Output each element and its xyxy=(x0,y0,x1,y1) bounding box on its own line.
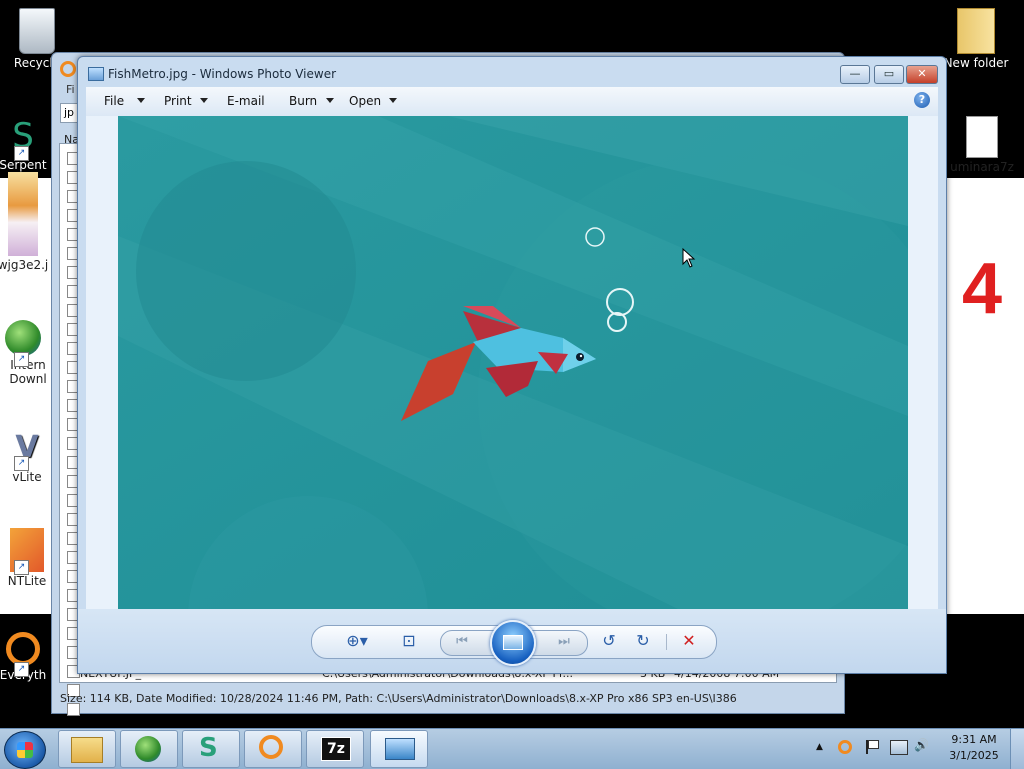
serpent-icon: S xyxy=(199,733,218,763)
show-hidden-icons-icon[interactable]: ▲ xyxy=(816,742,823,752)
search-icon xyxy=(259,735,283,759)
close-button[interactable]: ✕ xyxy=(906,65,938,84)
menu-burn[interactable]: Burn xyxy=(289,94,317,108)
desktop-icon-label: uminara7z xyxy=(950,160,1014,174)
menu-email[interactable]: E-mail xyxy=(227,94,265,108)
everything-tray-icon[interactable] xyxy=(838,740,852,754)
show-desktop-button[interactable] xyxy=(1010,729,1024,769)
shortcut-arrow-icon: ↗ xyxy=(14,352,29,367)
windows-logo-icon xyxy=(17,742,33,758)
mouse-cursor-icon xyxy=(682,248,696,268)
taskbar: S 7z ▲ 🔊 9:31 AM 3/1/2025 xyxy=(0,728,1024,769)
zoom-icon[interactable]: ⊕▾ xyxy=(340,631,374,651)
desktop-icon-label: vLite xyxy=(12,470,42,484)
taskbar-7zip[interactable]: 7z xyxy=(306,730,364,768)
desktop-icon-new-folder[interactable]: New folder xyxy=(936,8,1016,70)
next-icon[interactable]: ⏭ xyxy=(551,632,577,652)
toolbar-divider xyxy=(666,634,667,650)
playback-controls: ⊕▾ ⊡ ⏮ ⏭ ↺ ↻ ✕ xyxy=(311,620,717,666)
fit-to-window-icon[interactable]: ⊡ xyxy=(396,631,422,651)
previous-icon[interactable]: ⏮ xyxy=(449,632,475,652)
desktop-icon-label: New folder xyxy=(943,56,1009,70)
internet-download-manager-icon xyxy=(135,736,161,762)
recycle-bin-icon xyxy=(19,8,55,54)
command-bar: File Print E-mail Burn Open ? xyxy=(86,87,938,117)
taskbar-explorer[interactable] xyxy=(58,730,116,768)
folder-icon xyxy=(957,8,995,54)
start-button[interactable] xyxy=(4,731,46,769)
everything-search-icon xyxy=(6,632,40,666)
taskbar-serpent[interactable]: S xyxy=(182,730,240,768)
minimize-button[interactable]: — xyxy=(840,65,870,84)
file-icon xyxy=(966,116,998,158)
taskbar-internet-download-manager[interactable] xyxy=(120,730,178,768)
rotate-clockwise-icon[interactable]: ↻ xyxy=(630,631,656,651)
clock-time: 9:31 AM xyxy=(951,733,997,746)
chevron-down-icon[interactable] xyxy=(326,98,334,103)
chevron-down-icon[interactable] xyxy=(389,98,397,103)
help-icon[interactable]: ? xyxy=(914,92,930,108)
internet-download-manager-icon xyxy=(5,320,41,356)
system-clock[interactable]: 9:31 AM 3/1/2025 xyxy=(944,732,1004,764)
menu-file[interactable]: File xyxy=(104,94,124,108)
image-file-icon xyxy=(8,172,38,256)
title-bar[interactable]: FishMetro.jpg - Windows Photo Viewer — ▭… xyxy=(78,57,946,87)
shortcut-arrow-icon: ↗ xyxy=(14,662,29,677)
photo-viewer-icon xyxy=(385,738,415,760)
desktop-icon-label: NTLite xyxy=(7,574,47,588)
menu-print[interactable]: Print xyxy=(164,94,192,108)
image-stage[interactable] xyxy=(86,116,938,609)
everything-search-icon xyxy=(60,61,76,77)
window-title: FishMetro.jpg - Windows Photo Viewer xyxy=(108,67,337,81)
photo-viewer-icon xyxy=(88,67,104,81)
slideshow-button[interactable] xyxy=(490,620,536,666)
shortcut-arrow-icon: ↗ xyxy=(14,456,29,471)
chevron-down-icon[interactable] xyxy=(200,98,208,103)
desktop-icon-label: wjg3e2.j xyxy=(0,258,49,272)
playback-toolbar: ⊕▾ ⊡ ⏮ ⏭ ↺ ↻ ✕ xyxy=(78,609,946,673)
flag-icon xyxy=(868,740,879,749)
photo-image xyxy=(118,116,908,609)
menu-open[interactable]: Open xyxy=(349,94,381,108)
search-menu-fragment: Fi xyxy=(66,83,75,96)
desktop-icon-file[interactable]: uminara7z xyxy=(940,116,1024,174)
maximize-button[interactable]: ▭ xyxy=(874,65,904,84)
action-center-flag-icon[interactable] xyxy=(866,740,879,754)
clock-date: 3/1/2025 xyxy=(949,749,999,762)
chevron-down-icon[interactable] xyxy=(137,98,145,103)
delete-icon[interactable]: ✕ xyxy=(676,631,702,651)
taskbar-photo-viewer[interactable] xyxy=(370,730,428,768)
shortcut-arrow-icon: ↗ xyxy=(14,560,29,575)
taskbar-search[interactable] xyxy=(244,730,302,768)
desktop-wallpaper-area xyxy=(944,178,1024,614)
status-bar: Size: 114 KB, Date Modified: 10/28/2024 … xyxy=(60,692,737,705)
network-icon[interactable] xyxy=(890,740,908,755)
photo-viewer-window[interactable]: FishMetro.jpg - Windows Photo Viewer — ▭… xyxy=(77,56,947,674)
shortcut-arrow-icon: ↗ xyxy=(14,146,29,161)
explorer-icon xyxy=(71,737,103,763)
desktop-large-number: 4 xyxy=(962,249,1003,329)
volume-icon[interactable]: 🔊 xyxy=(914,738,929,752)
rotate-counterclockwise-icon[interactable]: ↺ xyxy=(596,631,622,651)
slideshow-icon xyxy=(503,635,523,650)
7zip-icon: 7z xyxy=(321,737,351,761)
